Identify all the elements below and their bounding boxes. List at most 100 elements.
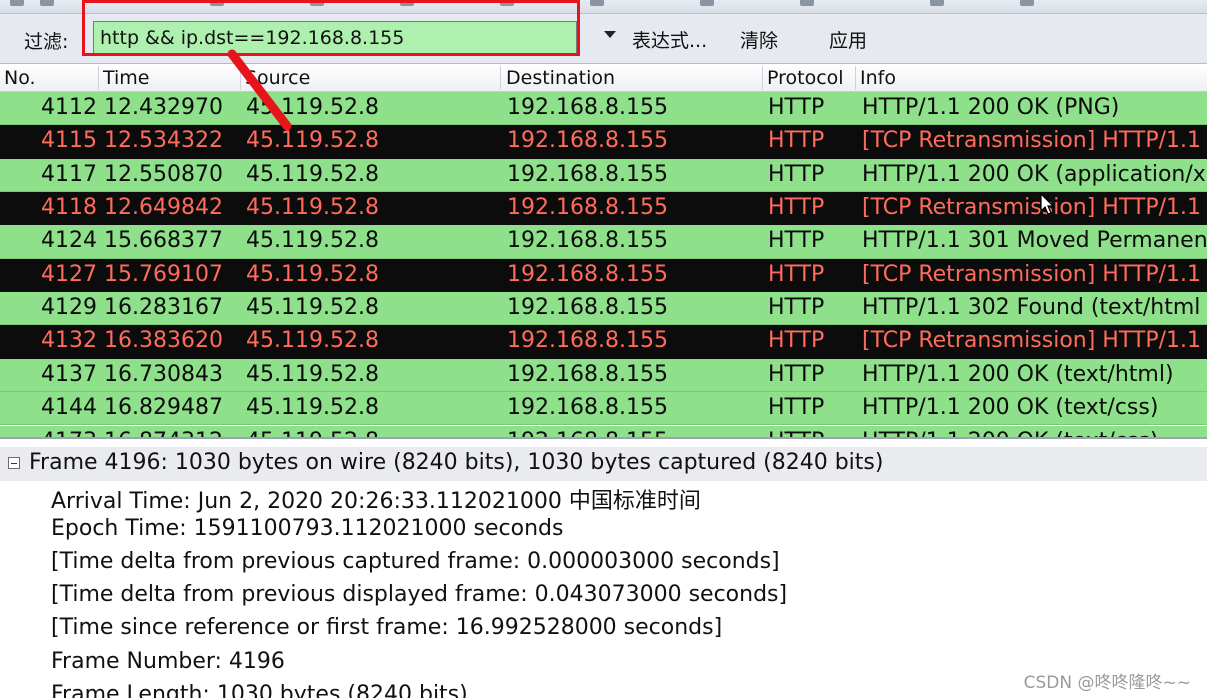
packet-protocol: HTTP — [768, 395, 825, 421]
packet-source: 45.119.52.8 — [246, 195, 379, 221]
detail-field[interactable]: Epoch Time: 1591100793.112021000 seconds — [51, 516, 563, 541]
packet-destination: 192.168.8.155 — [507, 261, 668, 287]
packet-source: 45.119.52.8 — [246, 161, 379, 187]
packet-info: HTTP/1.1 200 OK (text/html) — [862, 361, 1174, 387]
packet-no: 4112 — [41, 95, 97, 120]
packet-destination: 192.168.8.155 — [507, 128, 668, 154]
collapse-icon[interactable] — [8, 457, 20, 469]
packet-protocol: HTTP — [768, 128, 825, 154]
detail-field[interactable]: [Time since reference or first frame: 16… — [51, 615, 722, 640]
toolbar-icon[interactable] — [930, 0, 944, 6]
packet-destination: 192.168.8.155 — [507, 328, 668, 354]
packet-no: 4144 — [41, 395, 97, 421]
packet-source: 45.119.52.8 — [246, 328, 379, 354]
toolbar-icon[interactable] — [40, 0, 54, 6]
packet-no: 4132 — [41, 328, 97, 354]
packet-time: 16.283167 — [104, 295, 223, 321]
packet-time: 15.668377 — [104, 228, 223, 254]
detail-field[interactable]: Frame Length: 1030 bytes (8240 bits) — [51, 682, 468, 698]
packet-source: 45.119.52.8 — [246, 395, 379, 421]
column-header-destination[interactable]: Destination — [502, 67, 615, 92]
packet-source: 45.119.52.8 — [246, 261, 379, 287]
packet-destination: 192.168.8.155 — [507, 95, 668, 120]
packet-source: 45.119.52.8 — [246, 228, 379, 254]
packet-row[interactable]: 4112 12.432970 45.119.52.8 192.168.8.155… — [0, 92, 1207, 126]
packet-time: 15.769107 — [104, 261, 223, 287]
packet-source: 45.119.52.8 — [246, 95, 379, 120]
column-header-no[interactable]: No. — [0, 67, 36, 92]
packet-row[interactable]: 4124 15.668377 45.119.52.8 192.168.8.155… — [0, 225, 1207, 259]
packet-info: [TCP Retransmission] HTTP/1.1 — [862, 128, 1202, 154]
packet-row[interactable]: 4118 12.649842 45.119.52.8 192.168.8.155… — [0, 192, 1207, 226]
packet-time: 12.534322 — [104, 128, 223, 154]
packet-row[interactable]: 4127 15.769107 45.119.52.8 192.168.8.155… — [0, 258, 1207, 293]
packet-row[interactable]: 4129 16.283167 45.119.52.8 192.168.8.155… — [0, 292, 1207, 326]
detail-field[interactable]: Arrival Time: Jun 2, 2020 20:26:33.11202… — [51, 483, 701, 515]
packet-info: HTTP/1.1 200 OK (text/css) — [862, 429, 1158, 438]
column-header-protocol[interactable]: Protocol — [763, 67, 844, 92]
toolbar-icon[interactable] — [1020, 0, 1034, 6]
packet-list: 4112 12.432970 45.119.52.8 192.168.8.155… — [0, 92, 1207, 437]
packet-row[interactable]: 4137 16.730843 45.119.52.8 192.168.8.155… — [0, 358, 1207, 393]
packet-info: [TCP Retransmission] HTTP/1.1 — [862, 261, 1202, 287]
packet-no: 4124 — [41, 228, 97, 254]
packet-source: 45.119.52.8 — [246, 295, 379, 321]
frame-tree-node[interactable]: Frame 4196: 1030 bytes on wire (8240 bit… — [0, 447, 1207, 481]
detail-field[interactable]: [Time delta from previous displayed fram… — [51, 582, 787, 607]
packet-list-header: No. Time Source Destination Protocol Inf… — [0, 64, 1207, 92]
packet-destination: 192.168.8.155 — [507, 361, 668, 387]
packet-source: 45.119.52.8 — [246, 429, 379, 438]
packet-destination: 192.168.8.155 — [507, 429, 668, 438]
packet-protocol: HTTP — [768, 161, 825, 187]
packet-no: 4137 — [41, 361, 97, 387]
packet-row[interactable]: 4132 16.383620 45.119.52.8 192.168.8.155… — [0, 325, 1207, 359]
toolbar-icon[interactable] — [800, 0, 814, 6]
packet-time: 12.550870 — [104, 161, 223, 187]
packet-protocol: HTTP — [768, 361, 825, 387]
detail-field[interactable]: Frame Number: 4196 — [51, 649, 285, 674]
column-header-source[interactable]: Source — [241, 67, 310, 92]
packet-row[interactable]: 4117 12.550870 45.119.52.8 192.168.8.155… — [0, 158, 1207, 192]
packet-row[interactable]: 4173 16.874312 45.119.52.8 192.168.8.155… — [0, 425, 1207, 438]
packet-time: 16.874312 — [104, 429, 223, 438]
packet-source: 45.119.52.8 — [246, 128, 379, 154]
packet-row[interactable]: 4144 16.829487 45.119.52.8 192.168.8.155… — [0, 392, 1207, 426]
packet-protocol: HTTP — [768, 261, 825, 287]
clear-button[interactable]: 清除 — [740, 26, 778, 53]
packet-protocol: HTTP — [768, 328, 825, 354]
toolbar-icon[interactable] — [10, 0, 24, 6]
filter-history-dropdown-icon[interactable] — [604, 31, 616, 38]
packet-time: 16.383620 — [104, 328, 223, 354]
packet-time: 12.649842 — [104, 195, 223, 221]
packet-destination: 192.168.8.155 — [507, 395, 668, 421]
packet-destination: 192.168.8.155 — [507, 228, 668, 254]
packet-time: 16.730843 — [104, 361, 223, 387]
packet-info: [TCP Retransmission] HTTP/1.1 — [862, 328, 1202, 354]
annotation-highlight-box — [82, 0, 580, 56]
packet-time: 16.829487 — [104, 395, 223, 421]
packet-no: 4129 — [41, 295, 97, 321]
column-divider[interactable] — [500, 66, 501, 90]
filter-label: 过滤: — [24, 31, 69, 53]
packet-info: HTTP/1.1 301 Moved Permanent — [862, 228, 1207, 254]
packet-source: 45.119.52.8 — [246, 361, 379, 387]
packet-no: 4117 — [41, 161, 97, 187]
packet-protocol: HTTP — [768, 429, 824, 438]
detail-field[interactable]: [Time delta from previous captured frame… — [51, 549, 780, 574]
toolbar-icon[interactable] — [590, 0, 604, 6]
packet-no: 4118 — [41, 195, 97, 221]
column-header-time[interactable]: Time — [99, 67, 150, 92]
packet-time: 12.432970 — [104, 95, 223, 120]
frame-summary: Frame 4196: 1030 bytes on wire (8240 bit… — [29, 450, 884, 475]
packet-protocol: HTTP — [768, 295, 825, 321]
packet-no: 4127 — [41, 261, 97, 287]
packet-info: HTTP/1.1 200 OK (PNG) — [862, 95, 1120, 120]
toolbar-icon[interactable] — [700, 0, 714, 6]
packet-info: HTTP/1.1 302 Found (text/html — [862, 295, 1201, 321]
packet-info: HTTP/1.1 200 OK (text/css) — [862, 395, 1159, 421]
expression-button[interactable]: 表达式... — [632, 26, 707, 53]
packet-destination: 192.168.8.155 — [507, 195, 668, 221]
apply-button[interactable]: 应用 — [829, 26, 867, 53]
packet-row[interactable]: 4115 12.534322 45.119.52.8 192.168.8.155… — [0, 125, 1207, 159]
column-header-info[interactable]: Info — [856, 67, 896, 92]
